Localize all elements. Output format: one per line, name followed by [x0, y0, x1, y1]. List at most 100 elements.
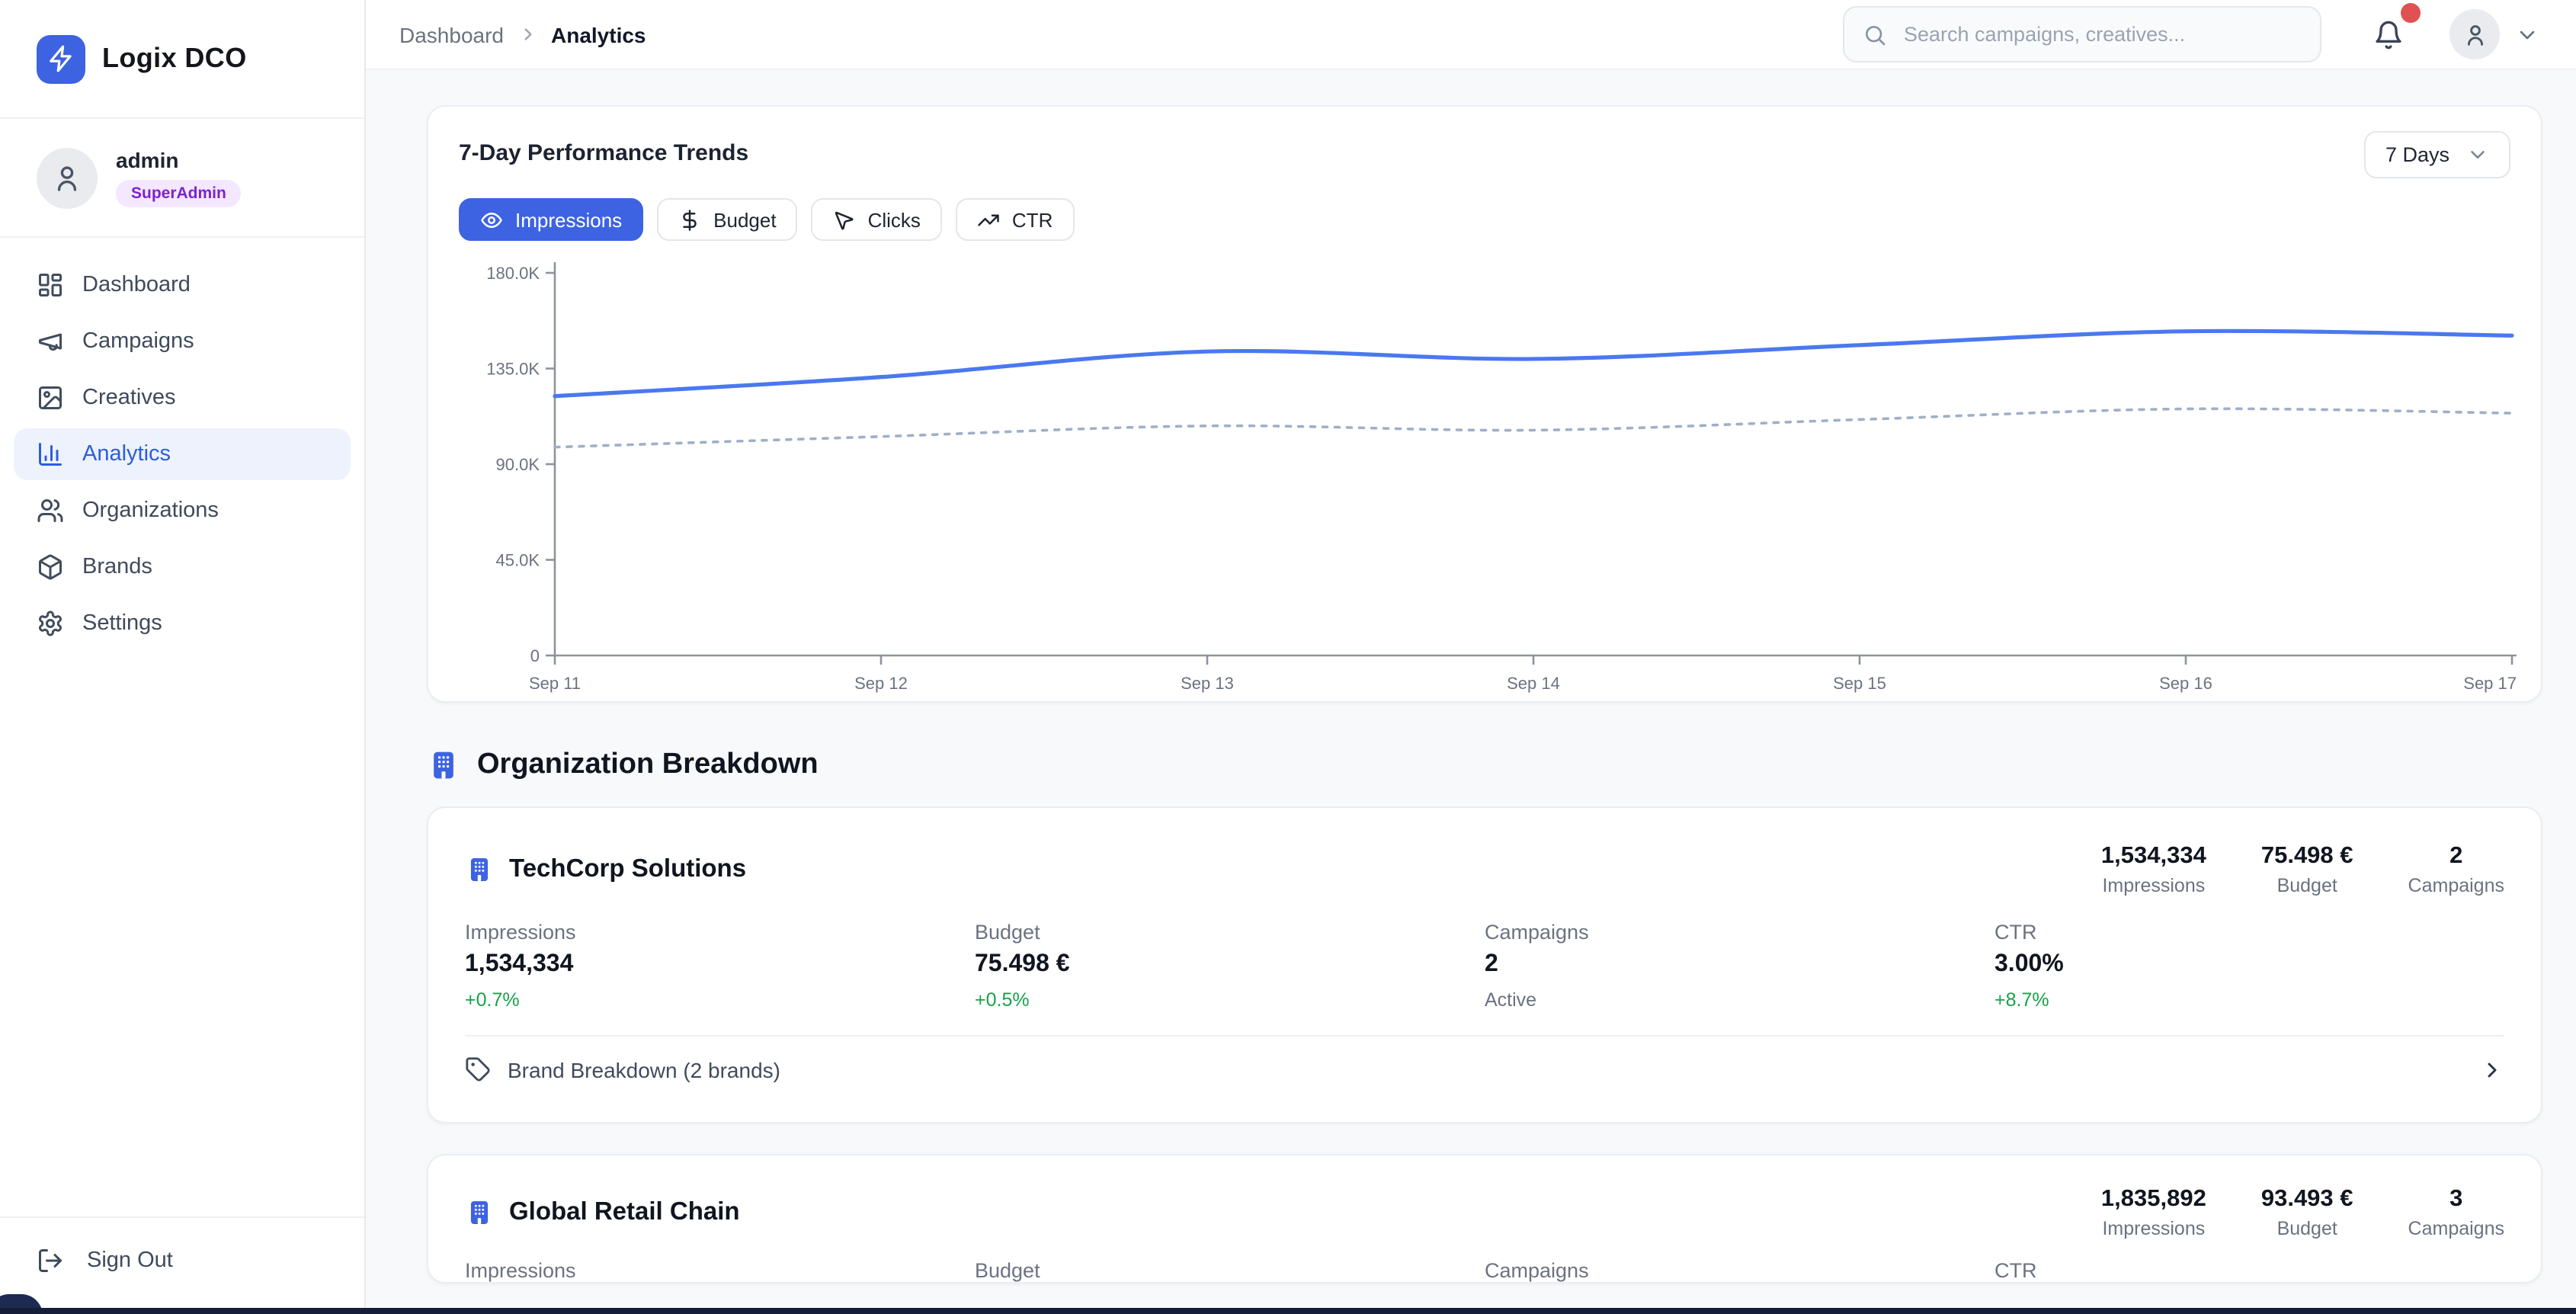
package-icon [37, 553, 64, 581]
role-badge: SuperAdmin [116, 180, 242, 207]
svg-text:90.0K: 90.0K [496, 455, 540, 474]
section-header: Organization Breakdown [427, 748, 2542, 782]
sign-out-button[interactable]: Sign Out [0, 1216, 364, 1314]
breadcrumb-dashboard[interactable]: Dashboard [399, 22, 504, 46]
metric-impressions: Impressions 1,534,334 +0.7% [465, 921, 975, 1011]
megaphone-icon [37, 328, 64, 355]
metric-toggle-label: Budget [713, 208, 776, 231]
log-out-icon [37, 1247, 64, 1274]
search-icon [1863, 22, 1887, 46]
search-input[interactable] [1901, 21, 2302, 47]
metric-toggle-ctr[interactable]: CTR [956, 198, 1074, 241]
svg-text:0: 0 [530, 646, 540, 665]
building-icon [427, 748, 460, 782]
org-metrics-grid: Impressions 1,534,334 +0.7% Budget 75.49… [465, 921, 2504, 1011]
chevron-down-icon [2515, 22, 2539, 46]
svg-text:135.0K: 135.0K [486, 360, 540, 379]
sidebar-item-label: Campaigns [82, 329, 194, 354]
org-name: TechCorp Solutions [465, 854, 746, 883]
zap-icon [37, 34, 85, 83]
sidebar-item-label: Creatives [82, 386, 176, 410]
brand-breakdown-row[interactable]: Brand Breakdown (2 brands) [465, 1035, 2504, 1105]
sidebar-item-analytics[interactable]: Analytics [14, 428, 351, 480]
org-card-techcorp: TechCorp Solutions 1,534,334 Impressions… [427, 806, 2542, 1123]
section-title: Organization Breakdown [477, 748, 819, 782]
mouse-pointer-icon [833, 208, 856, 231]
svg-text:45.0K: 45.0K [496, 551, 540, 570]
chevron-right-icon [517, 24, 537, 44]
sidebar-item-settings[interactable]: Settings [14, 598, 351, 649]
brand-breakdown-label: Brand Breakdown (2 brands) [508, 1057, 780, 1082]
org-metrics-grid: Impressions Budget Campaigns CTR [465, 1259, 2504, 1282]
svg-text:Sep 12: Sep 12 [854, 674, 908, 693]
app-root: Logix DCO admin SuperAdmin Dashboard Cam… [0, 0, 2576, 1314]
metric-ctr: CTR [1994, 1259, 2504, 1282]
user-menu-avatar-icon [2449, 9, 2500, 59]
org-name: Global Retail Chain [465, 1197, 740, 1226]
sidebar-item-label: Brands [82, 555, 152, 579]
user-name: admin [116, 148, 242, 172]
search-box[interactable] [1843, 6, 2321, 62]
date-range-value: 7 Days [2385, 143, 2449, 166]
sidebar-user: admin SuperAdmin [0, 119, 364, 238]
chevron-down-icon [2466, 143, 2489, 166]
breadcrumb-current: Analytics [551, 22, 646, 46]
summary-impressions: 1,534,334 Impressions [2101, 842, 2206, 896]
date-range-select[interactable]: 7 Days [2364, 131, 2510, 178]
page-content: 7-Day Performance Trends 7 Days Impressi… [366, 70, 2576, 1314]
building-icon [465, 1197, 494, 1226]
brand-logo[interactable]: Logix DCO [0, 0, 364, 119]
summary-budget: 75.498 € Budget [2261, 842, 2353, 896]
metric-toggle-label: Clicks [868, 208, 921, 231]
image-icon [37, 384, 64, 412]
top-bar: Dashboard Analytics [366, 0, 2576, 70]
summary-campaigns: 2 Campaigns [2408, 842, 2504, 896]
metric-ctr: CTR 3.00% +8.7% [1994, 921, 2504, 1011]
org-card-global-retail: Global Retail Chain 1,835,892 Impression… [427, 1154, 2542, 1284]
metric-toggle-group: Impressions Budget Clicks CTR [459, 198, 2510, 241]
metric-delta: +0.7% [465, 989, 975, 1011]
notifications-button[interactable] [2373, 19, 2404, 50]
metric-toggle-impressions[interactable]: Impressions [459, 198, 643, 241]
sidebar-item-dashboard[interactable]: Dashboard [14, 259, 351, 311]
topbar-actions [1843, 6, 2539, 62]
metric-toggle-clicks[interactable]: Clicks [812, 198, 942, 241]
dollar-sign-icon [678, 208, 701, 231]
tag-icon [465, 1056, 491, 1082]
sidebar-item-label: Analytics [82, 442, 171, 466]
users-icon [37, 497, 64, 524]
sidebar-item-campaigns[interactable]: Campaigns [14, 316, 351, 367]
breadcrumb: Dashboard Analytics [399, 22, 646, 46]
metric-budget: Budget 75.498 € +0.5% [975, 921, 1485, 1011]
bottom-edge-bar [0, 1308, 2576, 1314]
org-summary-stats: 1,835,892 Impressions 93.493 € Budget 3 … [2101, 1185, 2504, 1239]
gear-icon [37, 610, 64, 637]
metric-budget: Budget [975, 1259, 1485, 1282]
metric-campaigns: Campaigns 2 Active [1485, 921, 1994, 1011]
metric-impressions: Impressions [465, 1259, 975, 1282]
summary-budget: 93.493 € Budget [2261, 1185, 2353, 1239]
sidebar-nav: Dashboard Campaigns Creatives Analytics … [0, 238, 364, 1216]
sidebar: Logix DCO admin SuperAdmin Dashboard Cam… [0, 0, 366, 1314]
notification-dot [2401, 2, 2421, 22]
building-icon [465, 854, 494, 883]
bell-icon [2373, 19, 2404, 50]
metric-delta: Active [1485, 989, 1994, 1011]
brand-name: Logix DCO [102, 43, 247, 75]
user-menu-button[interactable] [2449, 9, 2539, 59]
sidebar-item-label: Organizations [82, 498, 219, 523]
metric-toggle-label: CTR [1012, 208, 1053, 231]
chart-title: 7-Day Performance Trends [459, 131, 748, 166]
bar-chart-icon [37, 441, 64, 468]
metric-toggle-budget[interactable]: Budget [657, 198, 797, 241]
svg-text:Sep 14: Sep 14 [1507, 674, 1560, 693]
svg-text:180.0K: 180.0K [486, 264, 540, 283]
metric-delta: +8.7% [1994, 989, 2504, 1011]
performance-trends-card: 7-Day Performance Trends 7 Days Impressi… [427, 105, 2542, 703]
sidebar-item-brands[interactable]: Brands [14, 541, 351, 593]
sidebar-item-organizations[interactable]: Organizations [14, 485, 351, 537]
sidebar-item-creatives[interactable]: Creatives [14, 372, 351, 424]
main-area: Dashboard Analytics [366, 0, 2576, 1314]
chevron-right-icon[interactable] [2480, 1057, 2504, 1082]
sidebar-item-label: Settings [82, 611, 162, 636]
